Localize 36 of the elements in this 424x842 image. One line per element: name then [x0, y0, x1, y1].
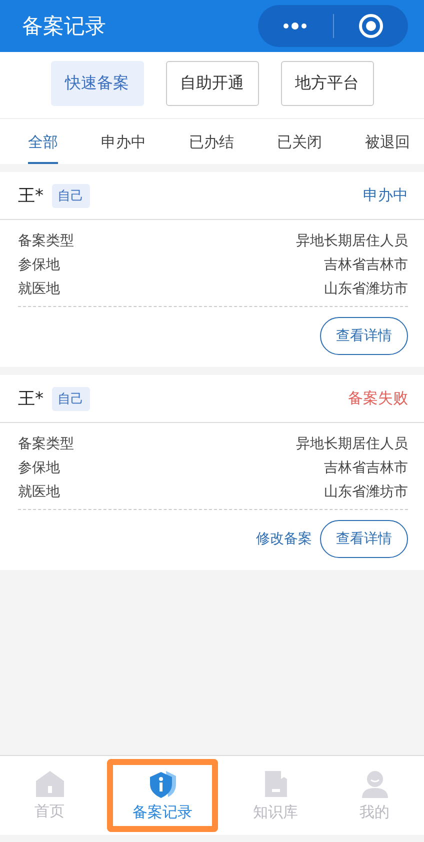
relation-tag: 自己: [52, 386, 90, 410]
person-icon: [360, 769, 390, 799]
quick-action-button[interactable]: 自助开通: [166, 61, 258, 106]
quick-action-button[interactable]: 地方平台: [280, 61, 374, 106]
record-status: 备案失败: [348, 389, 408, 408]
field-value: 吉林省吉林市: [324, 256, 408, 274]
filter-tab[interactable]: 已办结: [189, 119, 234, 164]
applicant-name: 王*: [18, 388, 44, 410]
filter-tab[interactable]: 被退回: [365, 119, 410, 164]
details-button[interactable]: 查看详情: [320, 317, 408, 355]
field-value: 吉林省吉林市: [324, 459, 408, 477]
relation-tag: 自己: [52, 184, 90, 208]
house-icon: [34, 770, 64, 798]
field-label: 就医地: [18, 483, 60, 501]
shield-info-icon: [148, 769, 178, 799]
field-value: 异地长期居住人员: [296, 435, 408, 453]
more-icon[interactable]: [282, 22, 308, 30]
nav-tab[interactable]: 备案记录: [107, 759, 218, 832]
filter-tab[interactable]: 已关闭: [277, 119, 322, 164]
record-status: 申办中: [363, 186, 408, 205]
field-label: 备案类型: [18, 435, 74, 453]
field-label: 就医地: [18, 280, 60, 298]
field-label: 参保地: [18, 256, 60, 274]
book-icon: [262, 769, 288, 799]
field-value: 异地长期居住人员: [296, 232, 408, 250]
applicant-name: 王*: [18, 185, 44, 207]
field-label: 备案类型: [18, 232, 74, 250]
field-label: 参保地: [18, 459, 60, 477]
filter-tab[interactable]: 全部: [28, 119, 58, 164]
quick-action-button[interactable]: 快速备案: [50, 61, 144, 106]
details-button[interactable]: 查看详情: [320, 520, 408, 558]
filter-tab[interactable]: 申办中: [101, 119, 146, 164]
field-value: 山东省潍坊市: [324, 280, 408, 298]
field-value: 山东省潍坊市: [324, 483, 408, 501]
page-title: 备案记录: [22, 13, 106, 40]
edit-link[interactable]: 修改备案: [256, 530, 312, 548]
